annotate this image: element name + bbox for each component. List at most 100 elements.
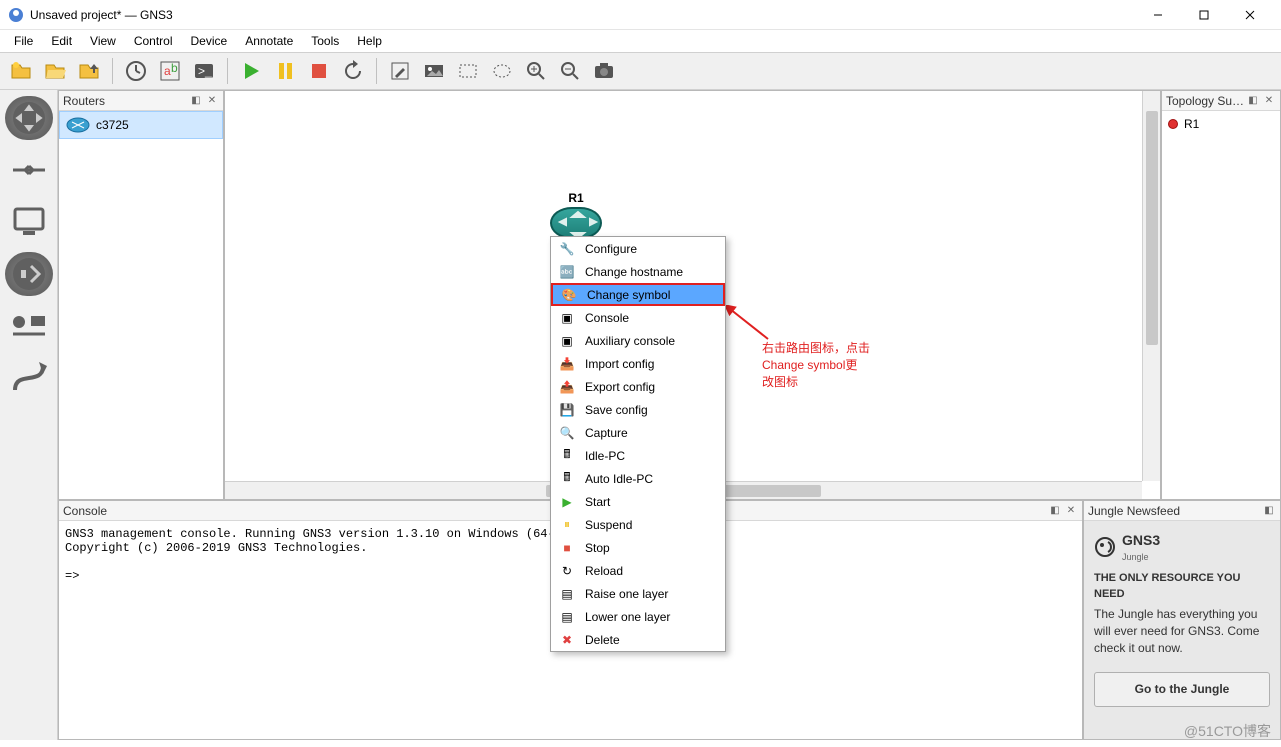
- annotate-rect-button[interactable]: [453, 56, 483, 86]
- menu-view[interactable]: View: [82, 32, 124, 50]
- router-icon: [550, 207, 602, 239]
- context-reload[interactable]: ↻Reload: [551, 559, 725, 582]
- panel-close-icon[interactable]: ✕: [1262, 94, 1276, 108]
- context-auto-idle-pc[interactable]: 🖩Auto Idle-PC: [551, 467, 725, 490]
- panel-close-icon[interactable]: ✕: [205, 94, 219, 108]
- annotate-note-button[interactable]: [385, 56, 415, 86]
- context-change-symbol[interactable]: 🎨Change symbol: [551, 283, 725, 306]
- routers-list: c3725: [59, 111, 223, 499]
- context-console[interactable]: ▣ Console: [551, 306, 725, 329]
- reload-icon: ↻: [559, 563, 575, 579]
- context-label: Suspend: [585, 518, 632, 532]
- context-label: Delete: [585, 633, 620, 647]
- terminal-icon: ▣: [559, 310, 575, 326]
- open-project-button[interactable]: [40, 56, 70, 86]
- end-devices-category-button[interactable]: [5, 200, 53, 244]
- layers-down-icon: ▤: [559, 609, 575, 625]
- calculator-icon: 🖩: [559, 448, 575, 464]
- zoom-in-button[interactable]: [521, 56, 551, 86]
- stop-all-button[interactable]: [304, 56, 334, 86]
- menu-file[interactable]: File: [6, 32, 41, 50]
- context-label: Idle-PC: [585, 449, 625, 463]
- zoom-out-button[interactable]: [555, 56, 585, 86]
- node-r1[interactable]: R1: [550, 191, 602, 239]
- newsfeed-body: GNS3 Jungle THE ONLY RESOURCE YOU NEED T…: [1084, 521, 1280, 739]
- context-lower-layer[interactable]: ▤ Lower one layer: [551, 605, 725, 628]
- close-button[interactable]: [1227, 0, 1273, 30]
- node-label: R1: [550, 191, 602, 205]
- show-interfaces-button[interactable]: ab: [155, 56, 185, 86]
- topology-item-r1[interactable]: R1: [1166, 115, 1276, 133]
- context-start[interactable]: ▶ Start: [551, 490, 725, 513]
- menu-annotate[interactable]: Annotate: [237, 32, 301, 50]
- menu-tools[interactable]: Tools: [303, 32, 347, 50]
- context-label: Console: [585, 311, 629, 325]
- minimize-button[interactable]: [1135, 0, 1181, 30]
- context-capture[interactable]: 🔍Capture: [551, 421, 725, 444]
- panel-undock-icon[interactable]: ◧: [1048, 504, 1062, 518]
- menu-help[interactable]: Help: [349, 32, 390, 50]
- annotate-ellipse-button[interactable]: [487, 56, 517, 86]
- security-category-button[interactable]: [5, 252, 53, 296]
- go-to-jungle-button[interactable]: Go to the Jungle: [1094, 672, 1270, 707]
- context-suspend[interactable]: ⏸Suspend: [551, 513, 725, 536]
- annotate-image-button[interactable]: [419, 56, 449, 86]
- context-label: Stop: [585, 541, 610, 555]
- context-label: Import config: [585, 357, 654, 371]
- terminal-icon: ▣: [559, 333, 575, 349]
- all-devices-category-button[interactable]: [5, 304, 53, 348]
- snapshot-button[interactable]: [121, 56, 151, 86]
- pause-all-button[interactable]: [270, 56, 300, 86]
- screenshot-button[interactable]: [589, 56, 619, 86]
- topology-item-label: R1: [1184, 117, 1199, 131]
- status-stopped-icon: [1168, 119, 1178, 129]
- import-icon: 📥: [559, 356, 575, 372]
- switches-category-button[interactable]: [5, 148, 53, 192]
- context-save-config[interactable]: 💾Save config: [551, 398, 725, 421]
- context-configure[interactable]: 🔧Configure: [551, 237, 725, 260]
- context-stop[interactable]: ■Stop: [551, 536, 725, 559]
- new-project-button[interactable]: [6, 56, 36, 86]
- topology-summary-panel: Topology Su… ◧✕ R1: [1161, 90, 1281, 500]
- context-export-config[interactable]: 📤Export config: [551, 375, 725, 398]
- save-project-button[interactable]: [74, 56, 104, 86]
- panel-close-icon[interactable]: ✕: [1064, 504, 1078, 518]
- chameleon-icon: [1094, 536, 1116, 558]
- menu-edit[interactable]: Edit: [43, 32, 80, 50]
- reload-all-button[interactable]: [338, 56, 368, 86]
- newsfeed-brand-sub: Jungle: [1122, 551, 1160, 564]
- context-import-config[interactable]: 📥 Import config: [551, 352, 725, 375]
- context-raise-layer[interactable]: ▤Raise one layer: [551, 582, 725, 605]
- device-item-label: c3725: [96, 118, 129, 132]
- context-aux-console[interactable]: ▣ Auxiliary console: [551, 329, 725, 352]
- maximize-button[interactable]: [1181, 0, 1227, 30]
- delete-icon: ✖: [559, 632, 575, 648]
- vertical-scrollbar[interactable]: [1142, 91, 1160, 481]
- context-change-hostname[interactable]: 🔤Change hostname: [551, 260, 725, 283]
- context-delete[interactable]: ✖ Delete: [551, 628, 725, 651]
- context-label: Start: [585, 495, 610, 509]
- context-label: Change hostname: [585, 265, 683, 279]
- svg-text:>_: >_: [198, 64, 212, 78]
- console-button[interactable]: >_: [189, 56, 219, 86]
- context-idle-pc[interactable]: 🖩 Idle-PC: [551, 444, 725, 467]
- panel-undock-icon[interactable]: ◧: [189, 94, 203, 108]
- link-tool-button[interactable]: [5, 356, 53, 400]
- panel-undock-icon[interactable]: ◧: [1246, 94, 1260, 108]
- menu-control[interactable]: Control: [126, 32, 181, 50]
- routers-category-button[interactable]: [5, 96, 53, 140]
- calculator-icon: 🖩: [559, 471, 575, 487]
- toolbar-spacer: [0, 500, 58, 740]
- panel-undock-icon[interactable]: ◧: [1262, 504, 1276, 518]
- menu-device[interactable]: Device: [183, 32, 236, 50]
- newsfeed-brand: GNS3: [1122, 531, 1160, 551]
- context-label: Configure: [585, 242, 637, 256]
- routers-panel: Routers ◧✕ c3725: [58, 90, 224, 500]
- device-item-c3725[interactable]: c3725: [59, 111, 223, 139]
- context-label: Lower one layer: [585, 610, 670, 624]
- start-all-button[interactable]: [236, 56, 266, 86]
- window-title: Unsaved project* — GNS3: [30, 8, 1135, 22]
- play-icon: ▶: [559, 494, 575, 510]
- context-label: Auxiliary console: [585, 334, 675, 348]
- router-icon: [66, 117, 90, 133]
